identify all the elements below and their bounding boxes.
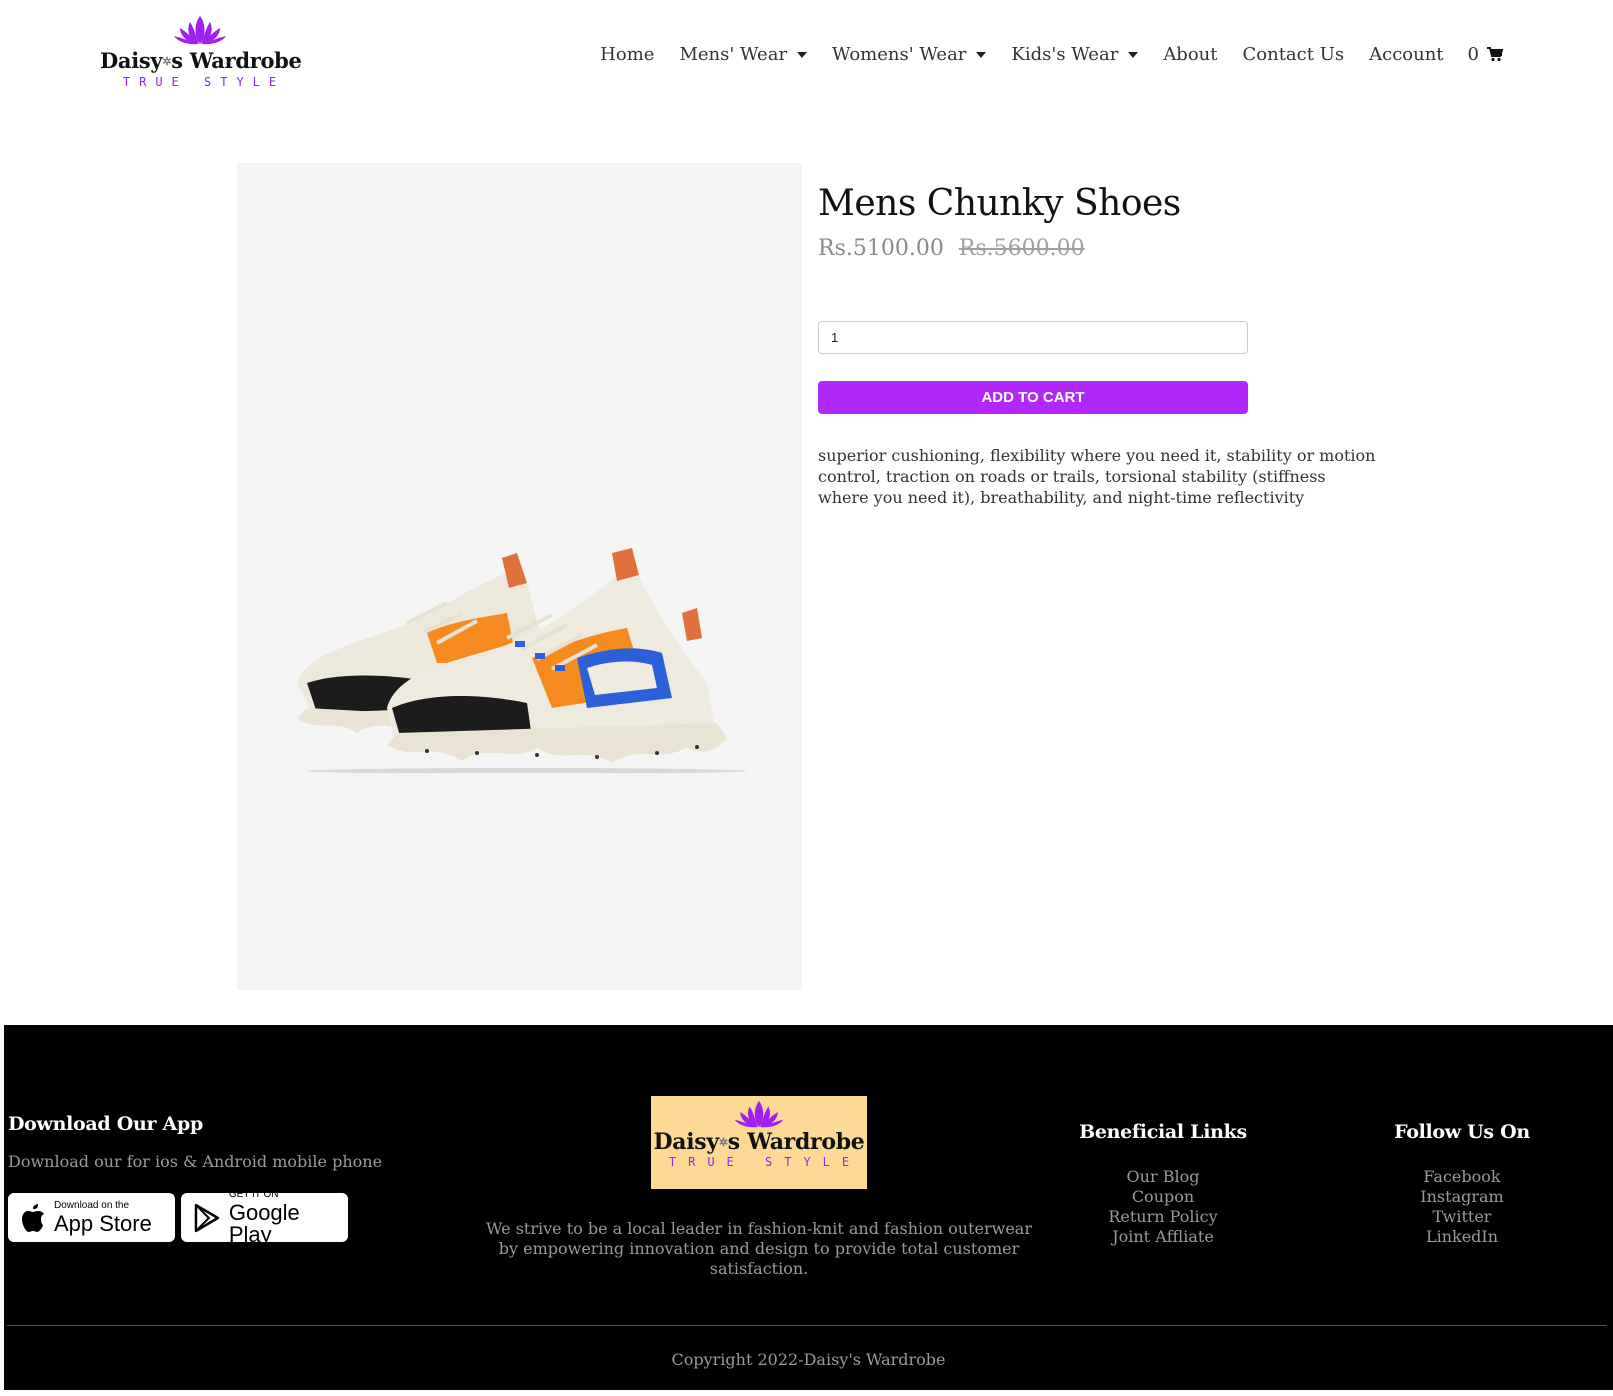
add-to-cart-button[interactable]: ADD TO CART [818, 381, 1248, 414]
beneficial-links-section: Beneficial Links Our Blog Coupon Return … [1063, 1121, 1263, 1247]
product-title: Mens Chunky Shoes [818, 183, 1181, 224]
follow-heading: Follow Us On [1394, 1121, 1530, 1143]
follow-us-section: Follow Us On Facebook Instagram Twitter … [1362, 1121, 1562, 1247]
link-return-policy[interactable]: Return Policy [1063, 1207, 1263, 1227]
brand-name: Daisy✲s Wardrobe [100, 48, 302, 73]
google-play-text: GET IT ON Google Play [228, 1188, 300, 1247]
footer-brand-name: Daisy✲s Wardrobe [653, 1129, 865, 1155]
caret-down-icon [797, 51, 808, 58]
brand-tagline: TRUE STYLE [122, 75, 286, 89]
link-facebook[interactable]: Facebook [1362, 1167, 1562, 1187]
brand-star-icon: ✲ [718, 1136, 728, 1149]
main-nav: Home Mens' Wear Womens' Wear Kids's Wear… [575, 44, 1503, 65]
apple-icon [22, 1203, 44, 1232]
link-joint-affliate[interactable]: Joint Affliate [1063, 1227, 1263, 1247]
nav-womens-wear[interactable]: Womens' Wear [832, 44, 987, 65]
download-app-section: Download Our App Download our for ios & … [8, 1113, 383, 1245]
caret-down-icon [976, 51, 987, 58]
caret-down-icon [1128, 51, 1139, 58]
link-instagram[interactable]: Instagram [1362, 1187, 1562, 1207]
nav-about[interactable]: About [1163, 44, 1217, 65]
link-linkedin[interactable]: LinkedIn [1362, 1227, 1562, 1247]
site-footer: Download Our App Download our for ios & … [4, 1025, 1613, 1390]
app-heading: Download Our App [8, 1113, 203, 1135]
site-logo[interactable]: Daisy✲s Wardrobe TRUE STYLE [100, 14, 302, 98]
copyright: Copyright 2022-Daisy's Wardrobe [671, 1350, 946, 1369]
quantity-input[interactable] [818, 321, 1248, 354]
product-image [237, 163, 802, 990]
price-row: Rs.5100.00 Rs.5600.00 [818, 236, 1378, 261]
google-play-icon [194, 1203, 220, 1232]
nav-home[interactable]: Home [600, 44, 654, 65]
google-play-button[interactable]: GET IT ON Google Play [181, 1189, 348, 1245]
sneaker-image [297, 548, 747, 773]
cart-count[interactable]: 0 [1468, 44, 1479, 65]
nav-mens-wear[interactable]: Mens' Wear [679, 44, 808, 65]
app-description: Download our for ios & Android mobile ph… [8, 1152, 383, 1171]
link-our-blog[interactable]: Our Blog [1063, 1167, 1263, 1187]
mission-statement: We strive to be a local leader in fashio… [486, 1219, 1032, 1278]
footer-divider [7, 1325, 1607, 1326]
product-info: Mens Chunky Shoes Rs.5100.00 Rs.5600.00 … [818, 183, 1378, 507]
lotus-icon [734, 1100, 784, 1128]
footer-about-section: Daisy✲s Wardrobe TRUE STYLE We strive to… [474, 1096, 1044, 1279]
product-description: superior cushioning, flexibility where y… [818, 446, 1376, 507]
brand-star-icon: ✲ [162, 55, 172, 68]
app-store-button[interactable]: Download on the App Store [8, 1193, 175, 1242]
lotus-icon [174, 16, 226, 45]
link-coupon[interactable]: Coupon [1063, 1187, 1263, 1207]
link-twitter[interactable]: Twitter [1362, 1207, 1562, 1227]
cart-icon[interactable] [1487, 47, 1503, 62]
footer-brand-tagline: TRUE STYLE [668, 1155, 862, 1169]
app-store-text: Download on the App Store [54, 1199, 152, 1236]
product-price: Rs.5100.00 [818, 236, 944, 261]
store-badges: Download on the App Store GET IT ON Goog… [8, 1189, 382, 1245]
footer-logo[interactable]: Daisy✲s Wardrobe TRUE STYLE [651, 1096, 867, 1189]
nav-account[interactable]: Account [1369, 44, 1443, 65]
nav-contact-us[interactable]: Contact Us [1243, 44, 1345, 65]
nav-kids-wear[interactable]: Kids's Wear [1011, 44, 1139, 65]
original-price: Rs.5600.00 [958, 236, 1085, 261]
beneficial-heading: Beneficial Links [1079, 1121, 1247, 1143]
